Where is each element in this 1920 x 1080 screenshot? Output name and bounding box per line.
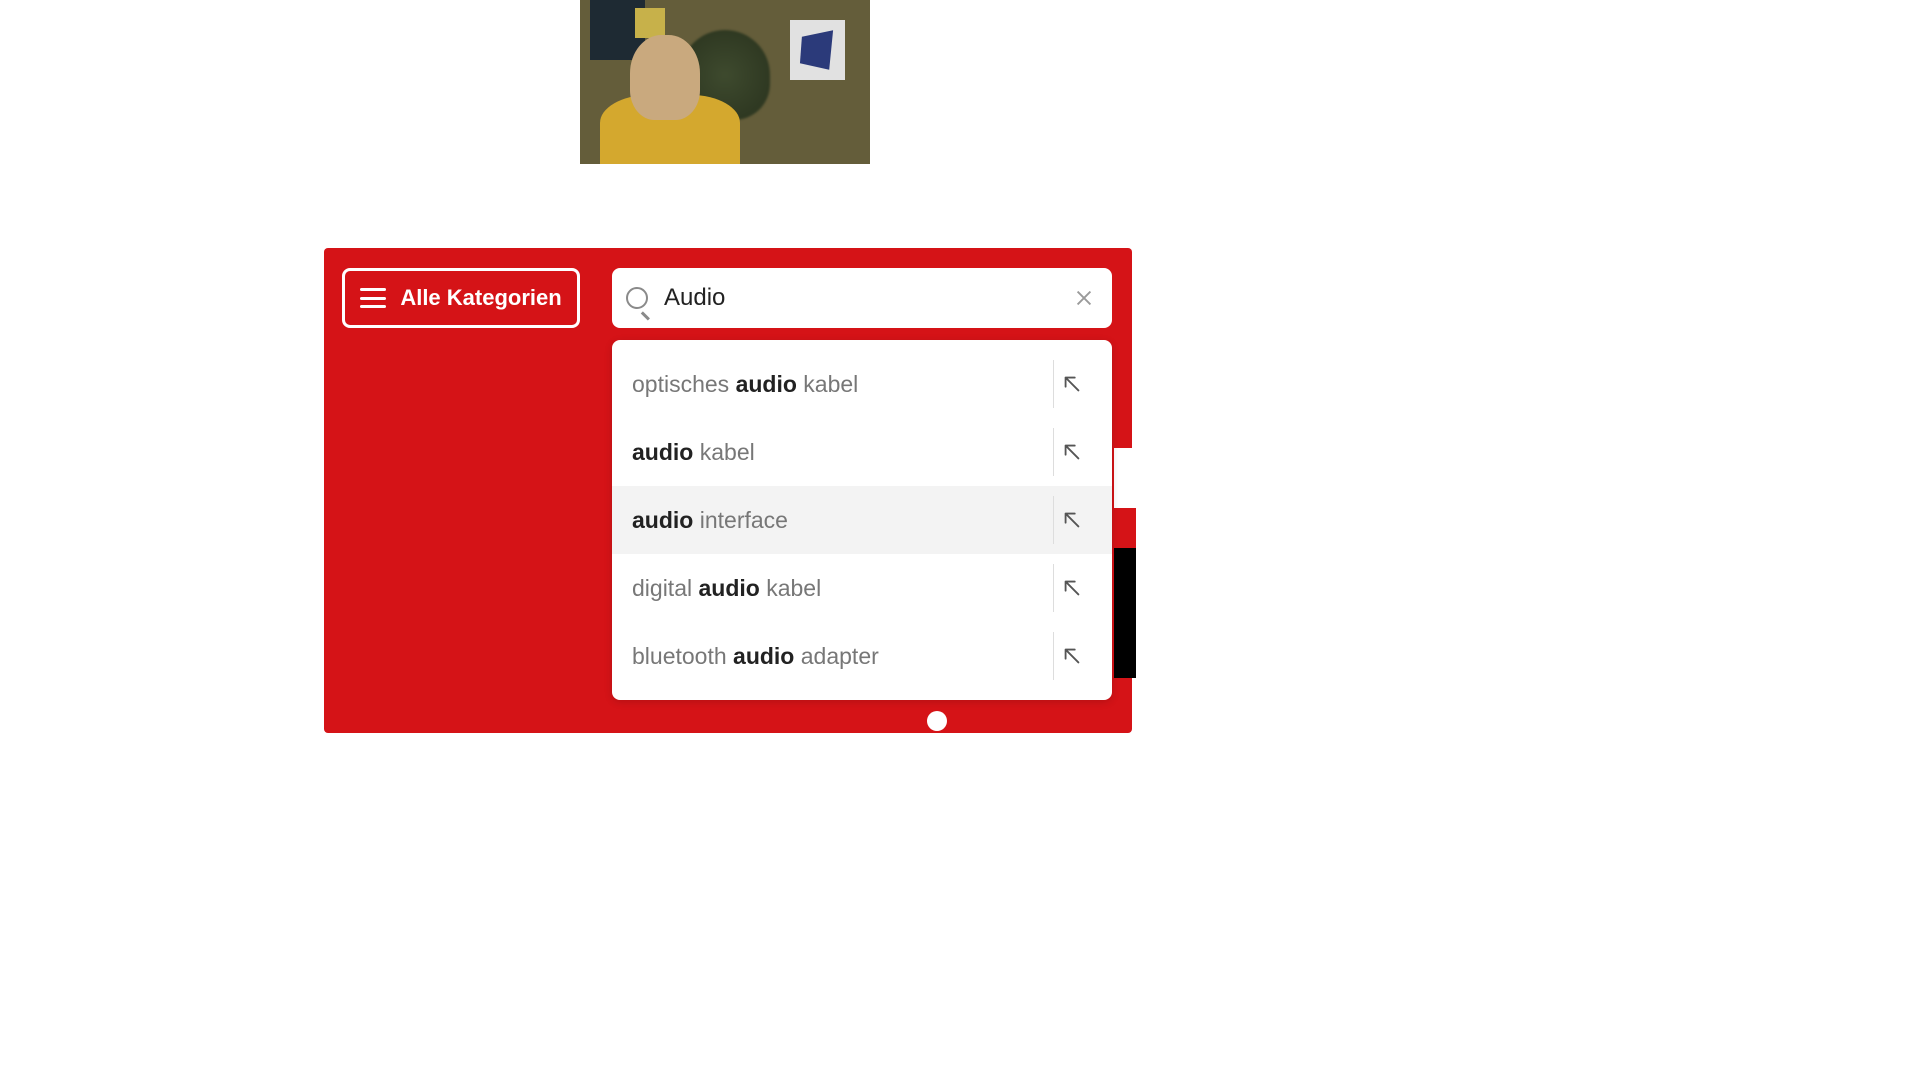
search-input[interactable] (664, 284, 1070, 312)
all-categories-button[interactable]: Alle Kategorien (342, 268, 580, 328)
insert-suggestion-icon[interactable] (1052, 441, 1092, 463)
suggestion-text: bluetooth audio adapter (632, 643, 1052, 670)
suggestions-dropdown: optisches audio kabel audio kabel audio in… (612, 340, 1112, 700)
insert-suggestion-icon[interactable] (1052, 645, 1092, 667)
insert-suggestion-icon[interactable] (1052, 373, 1092, 395)
menu-icon (360, 288, 386, 308)
search-icon (626, 287, 648, 309)
suggestion-text: audio kabel (632, 439, 1052, 466)
search-bar (612, 268, 1112, 328)
suggestion-item[interactable]: digital audio kabel (612, 554, 1112, 622)
suggestion-text: digital audio kabel (632, 575, 1052, 602)
background-ad-peek (1114, 448, 1136, 678)
insert-suggestion-icon[interactable] (1052, 577, 1092, 599)
suggestion-text: optisches audio kabel (632, 371, 1052, 398)
suggestion-item[interactable]: audio interface (612, 486, 1112, 554)
suggestion-item[interactable]: bluetooth audio adapter (612, 622, 1112, 690)
insert-suggestion-icon[interactable] (1052, 509, 1092, 531)
search-panel: Alle Kategorien optisches audio kabel aud… (324, 248, 1132, 733)
all-categories-label: Alle Kategorien (400, 285, 561, 311)
suggestion-item[interactable]: optisches audio kabel (612, 350, 1112, 418)
mascot-peek (924, 708, 974, 748)
suggestion-item[interactable]: audio kabel (612, 418, 1112, 486)
clear-search-button[interactable] (1070, 284, 1098, 312)
webcam-overlay (580, 0, 870, 164)
suggestion-text: audio interface (632, 507, 1052, 534)
